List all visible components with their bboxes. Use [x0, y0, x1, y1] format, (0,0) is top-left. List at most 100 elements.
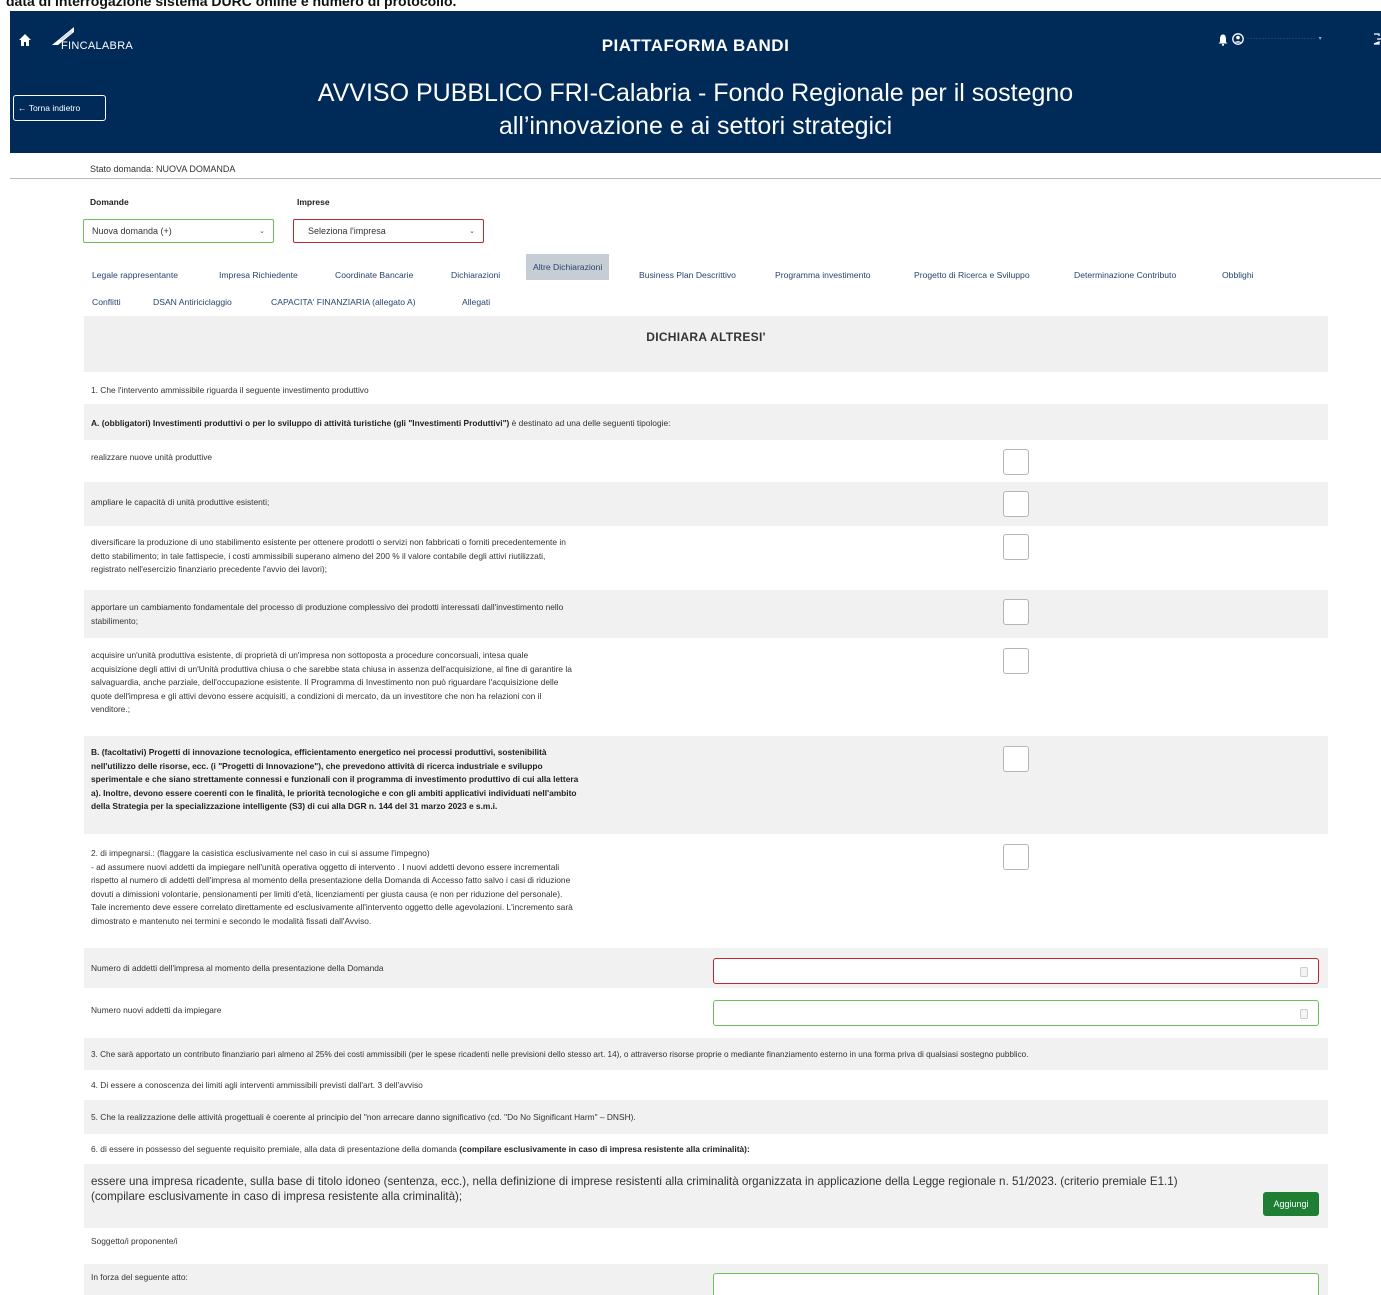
option-text-line: B. (facoltativi) Progetti di innovazione… [91, 747, 547, 757]
list-item: 4. Di essere a conoscenza dei limiti agl… [84, 1070, 1328, 1100]
list-item: diversificare la produzione di uno stabi… [84, 526, 1328, 590]
tab-altre-dichiarazioni[interactable]: Altre Dichiarazioni [526, 254, 610, 280]
list-item: 6. di essere in possesso del seguente re… [84, 1134, 1328, 1164]
tab-impresa-richiedente[interactable]: Impresa Richiedente [219, 270, 298, 280]
page-title-line-2: all’innovazione e ai settori strategici [498, 112, 893, 140]
domande-select-value: Nuova domanda (+) [92, 226, 172, 236]
imprese-label: Imprese [297, 197, 330, 207]
category-a-heading-bold: A. (obbligatori) Investimenti produttivi… [91, 418, 510, 428]
page-title-line-1: AVVISO PUBBLICO FRI-Calabria - Fondo Reg… [317, 79, 1074, 107]
top-strip-text: data di interrogazione sistema DURC onli… [6, 0, 457, 9]
option-text-line: detto stabilimento; in tale fattispecie,… [91, 550, 546, 561]
statement-6-bold: (compilare esclusivamente in caso di imp… [459, 1144, 750, 1154]
logout-icon[interactable] [1373, 33, 1381, 45]
soggetto-label: Soggetto/i proponente/i [91, 1236, 178, 1246]
option-text-line: salvaguardia, anche parziale, dell'occup… [91, 677, 559, 687]
option-text-line: dovuti a dimissioni volontarie, pensiona… [91, 888, 563, 899]
imprese-select-value: Seleziona l'impresa [308, 226, 386, 236]
statement-6: 6. di essere in possesso del seguente re… [91, 1143, 750, 1157]
back-button[interactable]: ← Torna indietro [13, 95, 106, 121]
tab-obblighi[interactable]: Obblighi [1222, 270, 1254, 280]
domande-select[interactable]: Nuova domanda (+) ⌄ [83, 219, 274, 243]
checkbox[interactable] [1003, 844, 1029, 870]
option-text: ampliare le capacità di unità produttive… [91, 497, 270, 507]
list-item: 1. Che l'intervento ammissibile riguarda… [84, 374, 1328, 404]
list-item: 3. Che sarà apportato un contributo fina… [84, 1038, 1328, 1070]
option-text-line: della Strategia per la specializzazione … [91, 801, 498, 811]
list-item: acquisire un'unità produttiva esistente,… [84, 638, 1328, 736]
option-text: apportare un cambiamento fondamentale de… [91, 601, 563, 628]
user-icon[interactable] [1232, 33, 1244, 45]
tab-coordinate-bancarie[interactable]: Coordinate Bancarie [335, 270, 413, 280]
tab-legale-rappresentante[interactable]: Legale rappresentante [92, 270, 178, 280]
list-item: B. (facoltativi) Progetti di innovazione… [84, 736, 1328, 834]
option-text-line: sperimentale e che siano strettamente co… [91, 774, 579, 784]
option-text-line: stabilimento; [91, 615, 139, 626]
num-nuovi-input[interactable] [713, 1000, 1319, 1026]
page-title: AVVISO PUBBLICO FRI-Calabria - Fondo Reg… [10, 77, 1381, 143]
tab-programma-investimento[interactable]: Programma investimento [775, 270, 871, 280]
add-button[interactable]: Aggiungi [1263, 1192, 1319, 1216]
checkbox[interactable] [1003, 746, 1029, 772]
platform-title: PIATTAFORMA BANDI [601, 36, 790, 55]
checkbox[interactable] [1003, 599, 1029, 625]
statement-5: 5. Che la realizzazione delle attività p… [91, 1112, 636, 1122]
category-a-heading: A. (obbligatori) Investimenti produttivi… [91, 417, 670, 431]
checkbox[interactable] [1003, 648, 1029, 674]
list-item: In forza del seguente atto: [84, 1264, 1328, 1295]
imprese-select[interactable]: Seleziona l'impresa ⌄ [293, 219, 484, 243]
intro-text: 1. Che l'intervento ammissibile riguarda… [91, 385, 369, 395]
option-text-line: apportare un cambiamento fondamentale de… [91, 602, 564, 612]
checkbox[interactable] [1003, 534, 1029, 560]
status-text: Stato domanda: NUOVA DOMANDA [90, 164, 236, 174]
in-forza-input[interactable] [713, 1273, 1319, 1295]
option-text: diversificare la produzione di uno stabi… [91, 536, 566, 577]
tab-determinazione-contributo[interactable]: Determinazione Contributo [1074, 270, 1176, 280]
domande-label: Domande [90, 197, 129, 207]
option-text: realizzare nuove unità produttive [91, 452, 213, 462]
tab-dichiarazioni[interactable]: Dichiarazioni [451, 270, 500, 280]
option-text-line: - ad assumere nuovi addetti da impiegare… [91, 861, 560, 872]
number-spinner-icon[interactable] [1300, 967, 1308, 977]
category-a-heading-rest: è destinato ad una delle seguenti tipolo… [509, 418, 671, 428]
list-item: ampliare le capacità di unità produttive… [84, 482, 1328, 526]
header: FINCALABRA PIATTAFORMA BANDI AVVISO PUBB… [10, 11, 1381, 153]
tab-conflitti[interactable]: Conflitti [92, 297, 121, 307]
statement-3: 3. Che sarà apportato un contributo fina… [91, 1050, 1029, 1059]
tab-dsan-antiriciclaggio[interactable]: DSAN Antiriciclaggio [153, 297, 232, 307]
top-strip: data di interrogazione sistema DURC onli… [0, 0, 1381, 11]
number-spinner-icon[interactable] [1300, 1009, 1308, 1019]
option-text-line: Tale incremento deve essere correlato di… [91, 902, 573, 912]
statement-4: 4. Di essere a conoscenza dei limiti agl… [91, 1080, 423, 1090]
list-item: Soggetto/i proponente/i [84, 1228, 1328, 1264]
option-text-line: dimostrato e mantenuto nei termini e sec… [91, 915, 372, 926]
bell-icon[interactable] [1218, 34, 1228, 46]
tab-allegati[interactable]: Allegati [462, 297, 490, 307]
tab-progetto-ricerca-sviluppo[interactable]: Progetto di Ricerca e Sviluppo [914, 270, 1030, 280]
user-menu[interactable]: ······················· ▾ [1247, 35, 1323, 42]
chevron-down-icon: ⌄ [259, 228, 265, 235]
option-text-line: a). Inoltre, devono essere coerenti con … [91, 787, 577, 798]
in-forza-label: In forza del seguente atto: [91, 1272, 188, 1282]
premial-criterion-line: essere una impresa ricadente, sulla base… [91, 1175, 1178, 1188]
list-item: Numero nuovi addetti da impiegare [84, 988, 1328, 1038]
num-nuovi-label: Numero nuovi addetti da impiegare [91, 1005, 222, 1015]
checkbox[interactable] [1003, 491, 1029, 517]
list-item: essere una impresa ricadente, sulla base… [84, 1164, 1328, 1228]
option-text-line: quote dell'impresa e gli attivi devono e… [91, 690, 542, 701]
num-addetti-input[interactable] [713, 958, 1319, 984]
option-text-line: rispetto al numero di addetti dell'impre… [91, 875, 571, 885]
option-text-line: acquisire un'unità produttiva esistente,… [91, 650, 529, 660]
tab-business-plan-descrittivo[interactable]: Business Plan Descrittivo [639, 270, 736, 280]
option-text: acquisire un'unità produttiva esistente,… [91, 649, 572, 717]
list-item: realizzare nuove unità produttive [84, 440, 1328, 482]
option-text-line: venditore.; [91, 704, 131, 714]
option-text-line: registrato nell'esercizio finanziario pr… [91, 564, 327, 574]
tab-capacita-finanziaria[interactable]: CAPACITA' FINANZIARIA (allegato A) [271, 297, 416, 307]
section-title: DICHIARA ALTRESI' [84, 316, 1328, 372]
premial-criterion-line: (compilare esclusivamente in caso di imp… [91, 1190, 463, 1203]
option-text-line: acquisizione degli attivi di un'Unità pr… [91, 663, 572, 674]
checkbox[interactable] [1003, 449, 1029, 475]
list-item: 5. Che la realizzazione delle attività p… [84, 1100, 1328, 1134]
option-text-line: diversificare la produzione di uno stabi… [91, 537, 566, 547]
